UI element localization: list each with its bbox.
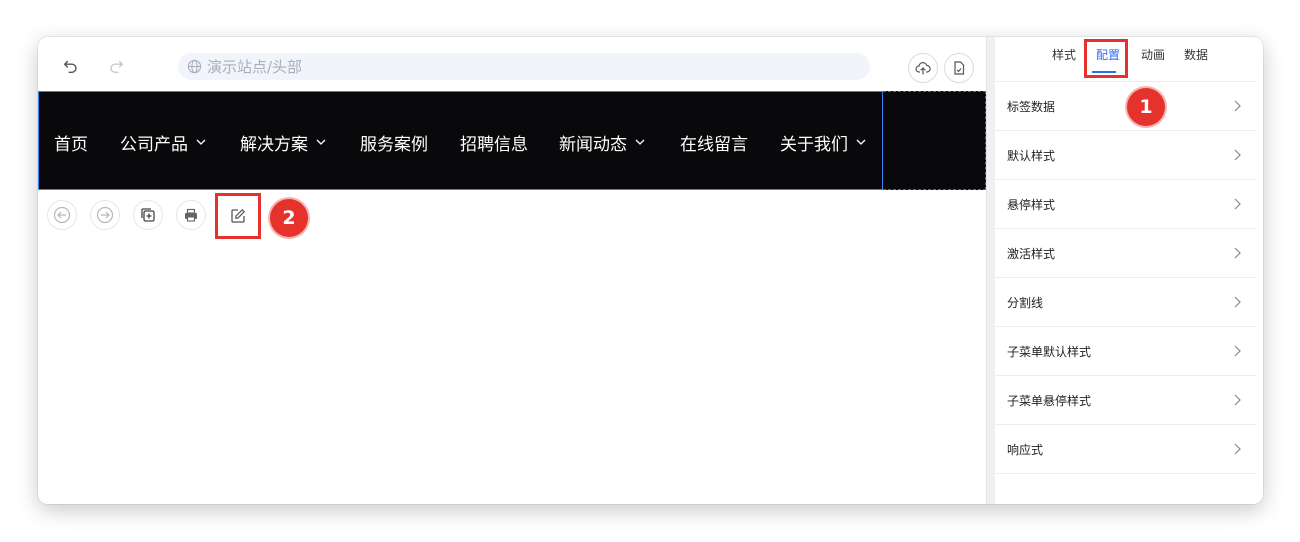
arrow-right-circle-icon xyxy=(96,206,114,224)
setting-row-tag-data[interactable]: 标签数据 xyxy=(995,82,1257,131)
address-bar[interactable]: 演示站点/头部 xyxy=(178,53,870,80)
move-right-button[interactable] xyxy=(90,200,120,230)
chevron-right-icon xyxy=(1231,99,1243,113)
globe-icon xyxy=(187,59,202,74)
chevron-right-icon xyxy=(1231,197,1243,211)
chevron-right-icon xyxy=(1231,148,1243,162)
chevron-down-icon xyxy=(635,139,645,145)
address-bar-text: 演示站点/头部 xyxy=(207,58,303,76)
edit-icon xyxy=(231,208,246,223)
setting-row-submenu-default-style[interactable]: 子菜单默认样式 xyxy=(995,327,1257,376)
chevron-right-icon xyxy=(1231,246,1243,260)
copy-add-icon xyxy=(141,208,155,222)
nav-item-products[interactable]: 公司产品 xyxy=(120,130,207,155)
redo-icon[interactable] xyxy=(105,55,127,77)
setting-row-active-style[interactable]: 激活样式 xyxy=(995,229,1257,278)
nav-item-jobs[interactable]: 招聘信息 xyxy=(460,130,528,155)
callout-badge-2: 2 xyxy=(270,199,308,237)
chevron-right-icon xyxy=(1231,295,1243,309)
nav-item-cases[interactable]: 服务案例 xyxy=(360,130,428,155)
copy-button[interactable] xyxy=(133,200,163,230)
document-icon xyxy=(954,61,965,75)
setting-row-divider[interactable]: 分割线 xyxy=(995,278,1257,327)
setting-row-default-style[interactable]: 默认样式 xyxy=(995,131,1257,180)
chevron-right-icon xyxy=(1231,344,1243,358)
tab-style[interactable]: 样式 xyxy=(1052,46,1076,63)
printer-icon xyxy=(185,208,197,222)
chevron-right-icon xyxy=(1231,393,1243,407)
tab-data[interactable]: 数据 xyxy=(1184,46,1208,63)
nav-item-news[interactable]: 新闻动态 xyxy=(559,130,646,155)
app-window: 演示站点/头部 首页 公司产品 解决方案 服务案例 招聘信息 新闻动态 在线留言… xyxy=(38,37,1263,504)
chevron-right-icon xyxy=(1231,442,1243,456)
edit-button[interactable] xyxy=(215,193,261,239)
cloud-upload-icon xyxy=(915,62,931,75)
header-navbar[interactable]: 首页 公司产品 解决方案 服务案例 招聘信息 新闻动态 在线留言 关于我们 xyxy=(38,91,883,190)
setting-row-hover-style[interactable]: 悬停样式 xyxy=(995,180,1257,229)
nav-item-solutions[interactable]: 解决方案 xyxy=(240,130,327,155)
callout-badge-1: 1 xyxy=(1127,88,1165,126)
undo-icon[interactable] xyxy=(60,55,82,77)
chevron-down-icon xyxy=(856,139,866,145)
arrow-left-circle-icon xyxy=(53,206,71,224)
setting-row-responsive[interactable]: 响应式 xyxy=(995,425,1257,474)
header-container[interactable] xyxy=(883,91,986,190)
nav-item-message[interactable]: 在线留言 xyxy=(680,130,748,155)
chevron-down-icon xyxy=(196,139,206,145)
editor-canvas: 演示站点/头部 首页 公司产品 解决方案 服务案例 招聘信息 新闻动态 在线留言… xyxy=(38,37,986,504)
tab-animation[interactable]: 动画 xyxy=(1141,46,1165,63)
nav-item-home[interactable]: 首页 xyxy=(54,130,88,155)
chevron-down-icon xyxy=(316,139,326,145)
settings-panel: 样式 配置 动画 数据 标签数据 默认样式 悬停样式 激活样式 分割线 子菜单默… xyxy=(995,37,1263,504)
save-block-button[interactable] xyxy=(176,200,206,230)
highlight-box-config-tab xyxy=(1084,39,1128,78)
move-left-button[interactable] xyxy=(47,200,77,230)
panel-divider[interactable] xyxy=(986,37,995,504)
setting-row-submenu-hover-style[interactable]: 子菜单悬停样式 xyxy=(995,376,1257,425)
nav-item-about[interactable]: 关于我们 xyxy=(780,130,867,155)
preview-button[interactable] xyxy=(944,53,974,83)
cloud-upload-button[interactable] xyxy=(908,53,938,83)
